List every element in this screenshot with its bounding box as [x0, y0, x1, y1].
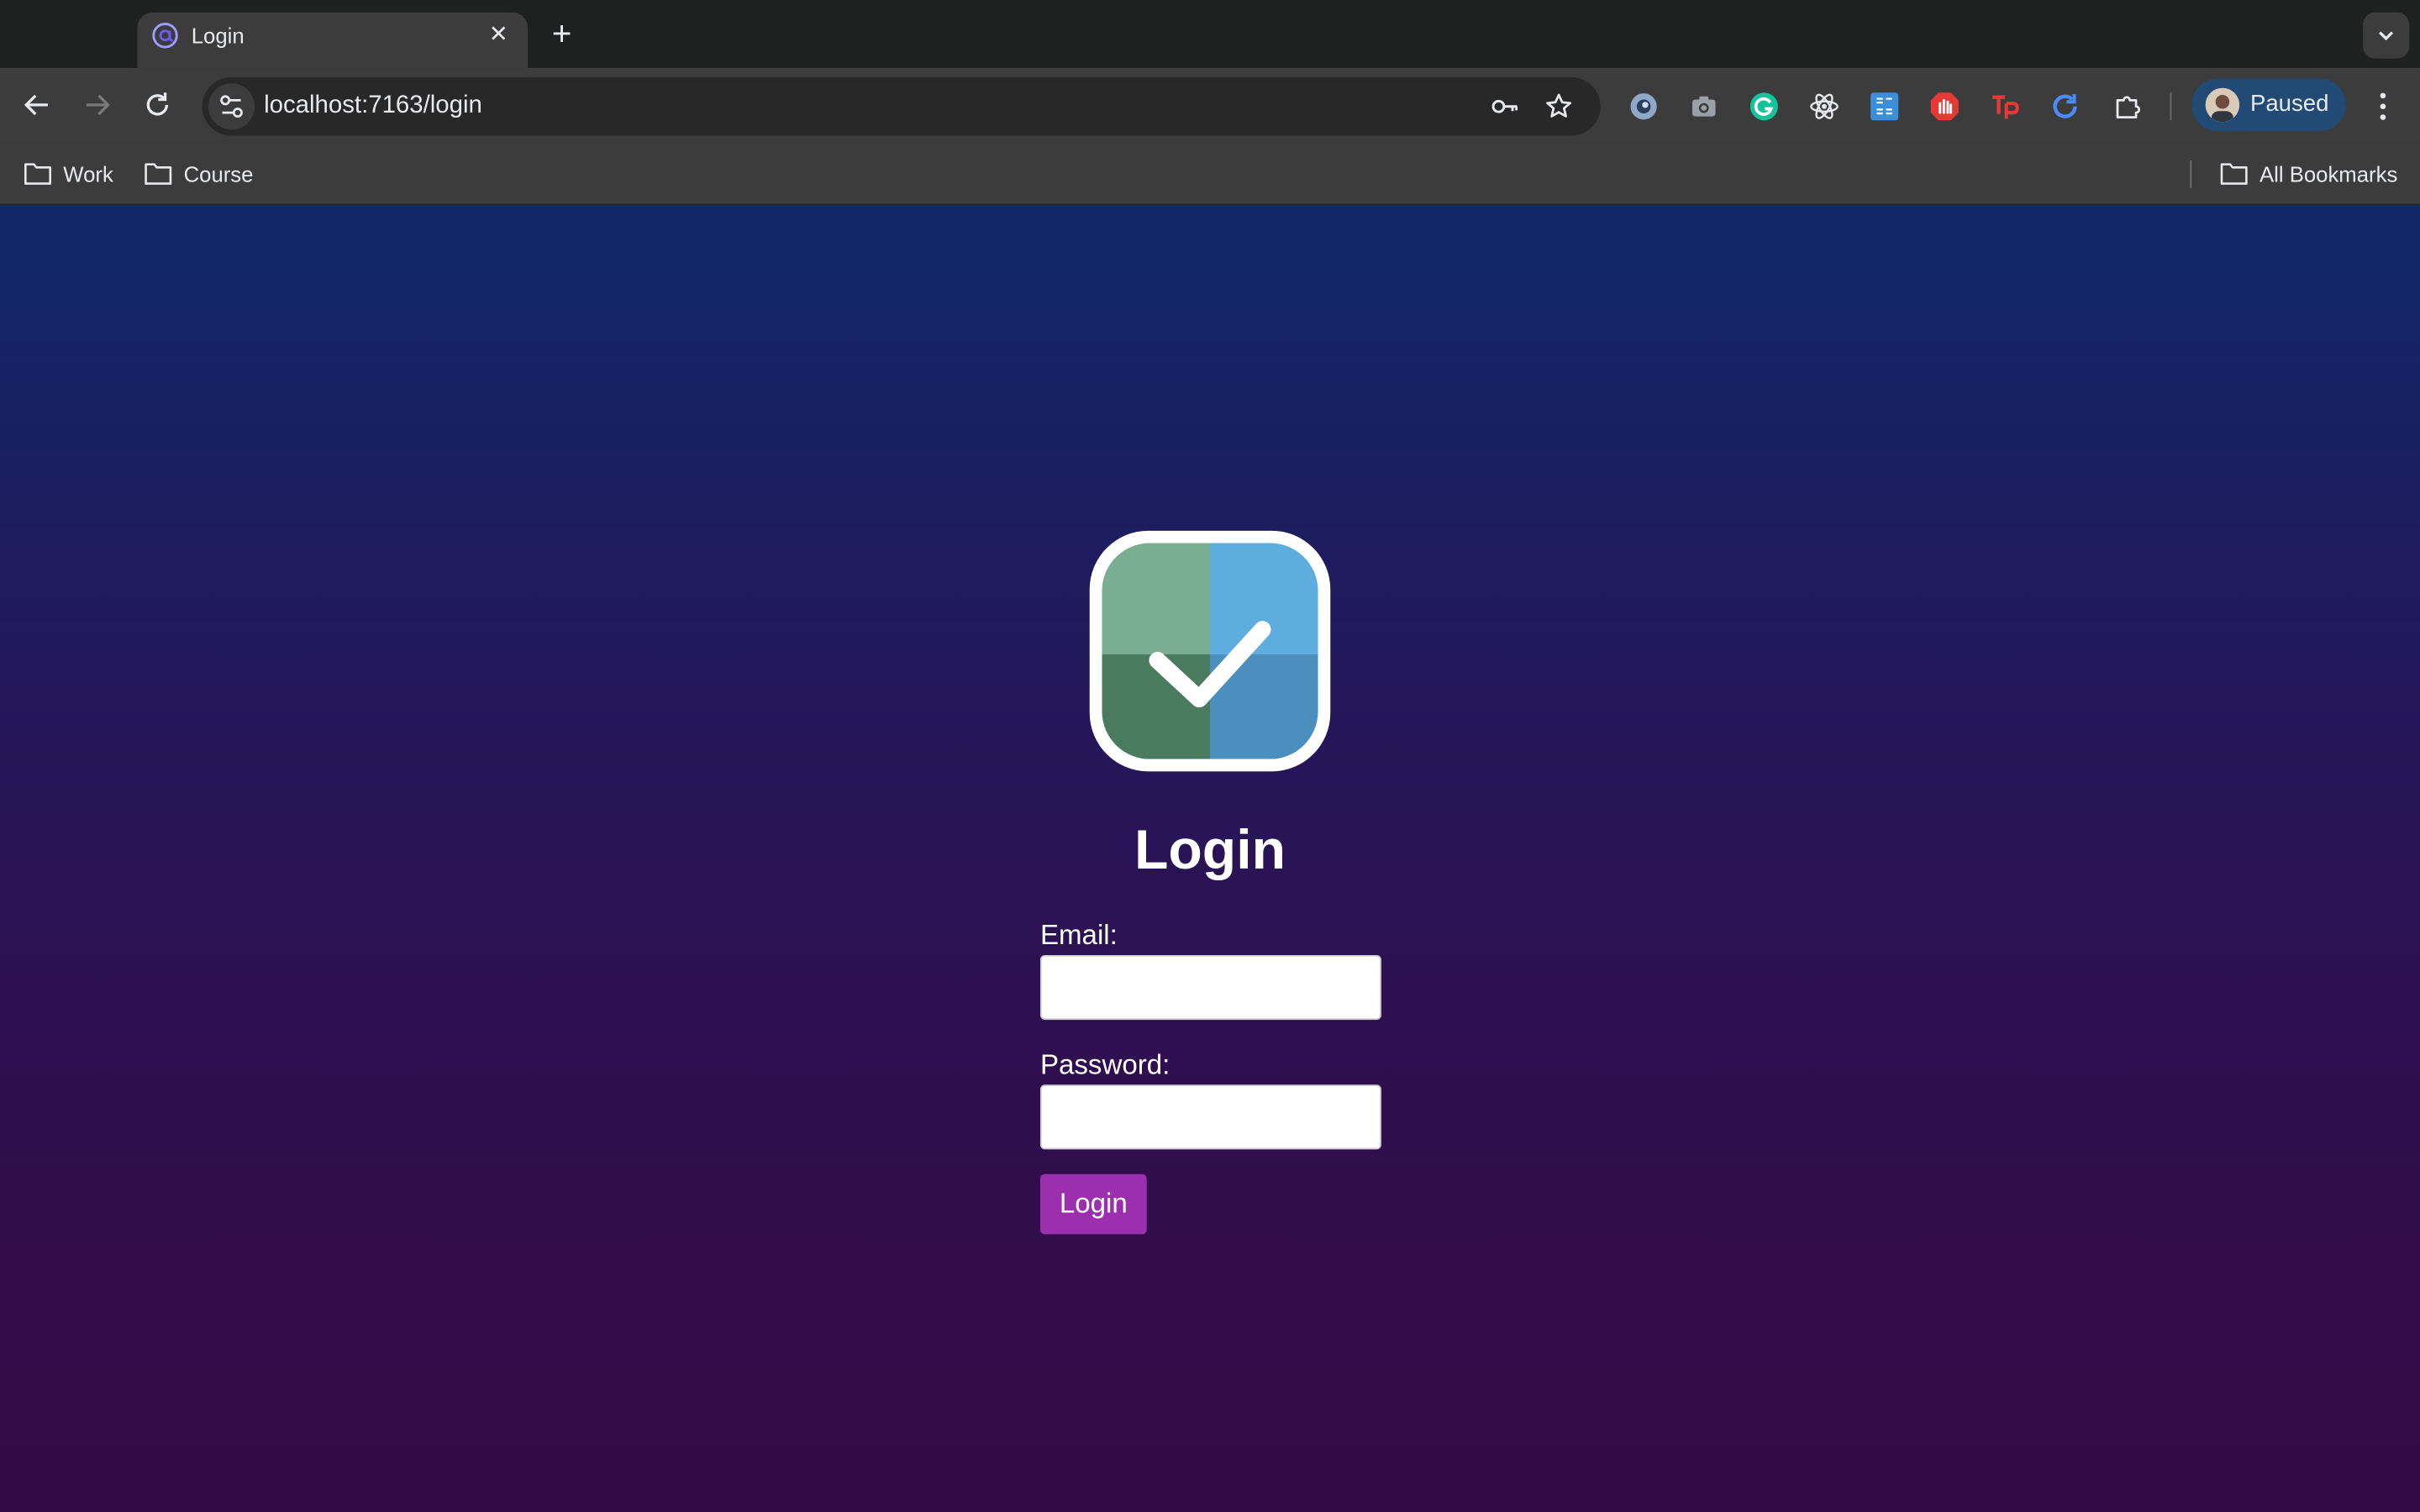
profile-button[interactable]: Paused: [2191, 78, 2346, 132]
email-field[interactable]: [1039, 954, 1381, 1021]
checkmark-logo-icon: [1089, 530, 1331, 772]
avatar: [2205, 87, 2240, 123]
puzzle-icon[interactable]: [2112, 91, 2144, 122]
folder-icon: [145, 163, 172, 185]
password-field[interactable]: [1039, 1084, 1381, 1150]
bookmarks-bar: Work Course All Bookmarks: [0, 141, 2420, 206]
adblock-icon[interactable]: [1929, 91, 1960, 122]
new-tab-button[interactable]: +: [544, 16, 581, 54]
login-page: Login Email: Password: Login: [0, 205, 2420, 1512]
folder-icon: [24, 163, 51, 185]
key-icon[interactable]: [1489, 91, 1520, 122]
bookmark-course[interactable]: Course: [144, 159, 255, 190]
refresh-ext-icon[interactable]: [2049, 91, 2081, 122]
tab-title: Login: [191, 23, 245, 48]
reload-icon[interactable]: [139, 87, 176, 123]
bookmark-label: Course: [183, 161, 254, 187]
chevron-down-icon: [2379, 31, 2394, 41]
extension-icon-1[interactable]: [1628, 91, 1660, 122]
email-label: Email:: [1039, 919, 1118, 951]
at-sign-icon: [152, 23, 178, 49]
star-icon[interactable]: [1544, 91, 1575, 122]
bookmark-label: Work: [63, 161, 113, 187]
browser-tab[interactable]: Login ✕: [137, 12, 529, 68]
tune-icon: [220, 95, 243, 118]
folder-icon: [2220, 163, 2248, 185]
saml-icon[interactable]: [1869, 91, 1900, 122]
browser-toolbar: localhost:7163/login Paused: [0, 67, 2420, 142]
more-vert-icon[interactable]: [2365, 88, 2402, 125]
login-button[interactable]: Login: [1039, 1173, 1147, 1235]
forward-arrow-icon: [86, 94, 110, 116]
tab-search-button[interactable]: [2363, 12, 2410, 59]
password-label: Password:: [1039, 1048, 1171, 1080]
user-avatar-icon: [2205, 87, 2240, 123]
bookmark-work[interactable]: Work: [24, 159, 116, 190]
toolbar-divider: [2170, 92, 2172, 121]
react-devtools-icon[interactable]: [1809, 91, 1840, 122]
site-info-button[interactable]: [208, 83, 255, 130]
close-tab-icon[interactable]: ✕: [483, 20, 514, 51]
profile-status: Paused: [2249, 91, 2329, 118]
address-bar[interactable]: localhost:7163/login: [202, 76, 1601, 136]
bookmarks-divider: [2190, 160, 2192, 189]
grammarly-icon[interactable]: [1749, 91, 1780, 122]
all-bookmarks-label: All Bookmarks: [2259, 161, 2398, 187]
url-text[interactable]: localhost:7163/login: [264, 91, 482, 122]
tp-icon[interactable]: [1990, 91, 2021, 122]
camera-icon[interactable]: [1688, 91, 1719, 122]
page-title: Login: [1134, 817, 1286, 881]
back-arrow-icon[interactable]: [18, 87, 55, 123]
tab-strip: Login ✕ +: [0, 0, 2420, 68]
all-bookmarks-button[interactable]: All Bookmarks: [2219, 159, 2402, 190]
